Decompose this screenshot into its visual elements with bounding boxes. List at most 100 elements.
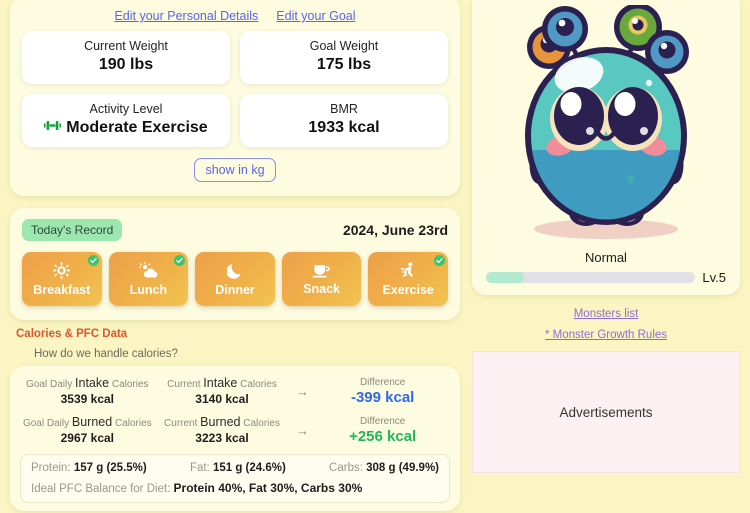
record-header: Today's Record 2024, June 23rd <box>22 219 448 241</box>
difference-label: Difference <box>359 415 406 427</box>
goal-burned-prefix: Goal Daily <box>22 418 70 429</box>
goal-intake-suffix: Calories <box>111 379 149 390</box>
monster-links: Monsters list * Monster Growth Rules <box>472 304 740 343</box>
stat-label: Activity Level <box>89 102 163 116</box>
stat-label: BMR <box>330 102 358 116</box>
current-intake-heading: Current Intake Calories <box>155 376 290 390</box>
pfc-carbs-label: Carbs: <box>329 462 363 474</box>
pfc-macros-row: Protein: 157 g (25.5%) Fat: 151 g (24.6%… <box>31 462 439 474</box>
current-intake-suffix: Calories <box>240 379 277 390</box>
record-date: 2024, June 23rd <box>342 222 448 238</box>
meal-card-dinner[interactable]: Dinner <box>195 252 275 306</box>
meal-card-exercise[interactable]: Exercise <box>368 252 448 306</box>
pfc-box: Protein: 157 g (25.5%) Fat: 151 g (24.6%… <box>20 454 450 503</box>
goal-intake-cell: Goal Daily Intake Calories 3539 kcal <box>20 376 155 406</box>
meal-card-snack[interactable]: Snack <box>281 252 362 306</box>
current-intake-value: 3140 kcal <box>195 392 249 406</box>
monster-state-label: Normal <box>585 250 627 265</box>
current-burned-suffix: Calories <box>243 418 280 429</box>
pfc-ideal-value: Protein 40%, Fat 30%, Carbs 30% <box>173 481 363 495</box>
current-intake-strong: Intake <box>203 376 238 390</box>
stat-value-wrap: 1933 kcal <box>246 119 442 137</box>
calories-section-title: Calories & PFC Data <box>16 328 128 340</box>
calories-row-intake: Goal Daily Intake Calories 3539 kcal Cur… <box>20 376 450 406</box>
show-in-kg-button[interactable]: show in kg <box>194 158 276 182</box>
current-burned-heading: Current Burned Calories <box>155 415 290 429</box>
calories-row-burned: Goal Daily Burned Calories 2967 kcal Cur… <box>20 415 450 445</box>
pfc-carbs-value: 308 g (49.9%) <box>366 462 439 474</box>
burned-difference-value: +256 kcal <box>349 427 417 445</box>
stat-value-wrap: 190 lbs <box>28 56 224 74</box>
checked-badge-icon <box>174 255 186 266</box>
calories-panel: Goal Daily Intake Calories 3539 kcal Cur… <box>10 366 460 511</box>
goal-intake-strong: Intake <box>75 376 110 390</box>
current-burned-value: 3223 kcal <box>195 431 249 445</box>
unit-toggle-row: show in kg <box>22 158 448 182</box>
stat-value: 190 lbs <box>98 56 154 73</box>
meal-label: Exercise <box>382 282 434 297</box>
app-root: Edit your Personal Details Edit your Goa… <box>0 0 750 513</box>
coffee-cup-icon <box>312 263 331 281</box>
pfc-protein-value: 157 g (25.5%) <box>73 462 147 474</box>
stat-value: 1933 kcal <box>308 119 380 136</box>
moon-icon <box>226 262 243 282</box>
goal-burned-heading: Goal Daily Burned Calories <box>20 415 155 429</box>
goal-intake-value: 3539 kcal <box>60 392 115 406</box>
goal-burned-cell: Goal Daily Burned Calories 2967 kcal <box>20 415 155 445</box>
pfc-fat-value: 151 g (24.6%) <box>212 462 286 474</box>
dumbbell-icon <box>44 119 62 137</box>
stat-card-current-weight: Current Weight 190 lbs <box>22 31 230 84</box>
right-column: Normal Lv.5 Monsters list * Monster Grow… <box>472 0 740 513</box>
profile-stat-grid: Current Weight 190 lbs Goal Weight 175 l… <box>22 31 448 147</box>
monster-progress-bar <box>486 272 696 283</box>
running-person-icon <box>400 261 416 282</box>
meal-label: Breakfast <box>33 282 91 297</box>
stat-label: Goal Weight <box>309 39 379 53</box>
monster-growth-rules-link[interactable]: * Monster Growth Rules <box>545 329 667 341</box>
arrow-right-icon: → <box>295 383 309 399</box>
monster-avatar <box>499 0 714 250</box>
burned-difference-cell: Difference +256 kcal <box>315 416 450 445</box>
meal-label: Dinner <box>215 282 255 297</box>
current-intake-cell: Current Intake Calories 3140 kcal <box>155 376 290 406</box>
monster-panel: Normal Lv.5 <box>472 0 740 295</box>
stat-value-wrap: 175 lbs <box>246 56 442 74</box>
goal-burned-suffix: Calories <box>114 418 152 429</box>
meal-card-lunch[interactable]: Lunch <box>108 252 189 306</box>
how-do-we-handle-calories-link[interactable]: How do we handle calories? <box>34 348 460 360</box>
meal-label: Snack <box>303 281 340 296</box>
intake-difference-cell: Difference -399 kcal <box>315 377 450 406</box>
pfc-protein-label: Protein: <box>31 462 71 474</box>
stat-card-activity-level: Activity Level Moderate Exercise <box>22 94 230 147</box>
stat-value: Moderate Exercise <box>66 119 208 136</box>
edit-goal-link[interactable]: Edit your Goal <box>276 9 355 23</box>
todays-record-panel: Today's Record 2024, June 23rd Breakfast… <box>10 208 460 320</box>
stat-label: Current Weight <box>84 39 168 53</box>
goal-burned-strong: Burned <box>71 415 113 429</box>
advertisements-box[interactable]: Advertisements <box>472 351 740 473</box>
sun-icon <box>53 261 71 282</box>
pfc-fat-label: Fat: <box>189 462 210 474</box>
goal-burned-value: 2967 kcal <box>60 431 115 445</box>
current-burned-cell: Current Burned Calories 3223 kcal <box>155 415 290 445</box>
monsters-list-link[interactable]: Monsters list <box>574 308 639 320</box>
pfc-ideal-label: Ideal PFC Balance for Diet: <box>31 483 171 495</box>
stat-card-goal-weight: Goal Weight 175 lbs <box>240 31 448 84</box>
pfc-ideal-row: Ideal PFC Balance for Diet: Protein 40%,… <box>31 481 439 495</box>
checked-badge-icon <box>87 255 99 266</box>
todays-record-badge: Today's Record <box>22 219 123 241</box>
monster-progress-fill <box>486 272 524 283</box>
meal-card-breakfast[interactable]: Breakfast <box>22 252 102 306</box>
checked-badge-icon <box>433 255 445 266</box>
edit-personal-details-link[interactable]: Edit your Personal Details <box>114 9 258 23</box>
left-column: Edit your Personal Details Edit your Goa… <box>10 0 460 513</box>
pfc-protein: Protein: 157 g (25.5%) <box>31 462 147 474</box>
goal-intake-prefix: Goal Daily <box>26 379 73 390</box>
meal-card-row: Breakfast Lunch Dinner Snack Exercise <box>22 252 448 306</box>
sun-behind-cloud-icon <box>138 261 158 282</box>
intake-difference-value: -399 kcal <box>350 388 415 406</box>
stat-value: 175 lbs <box>316 56 372 73</box>
stat-card-bmr: BMR 1933 kcal <box>240 94 448 147</box>
difference-label: Difference <box>359 376 406 388</box>
pfc-fat: Fat: 151 g (24.6%) <box>190 462 286 474</box>
